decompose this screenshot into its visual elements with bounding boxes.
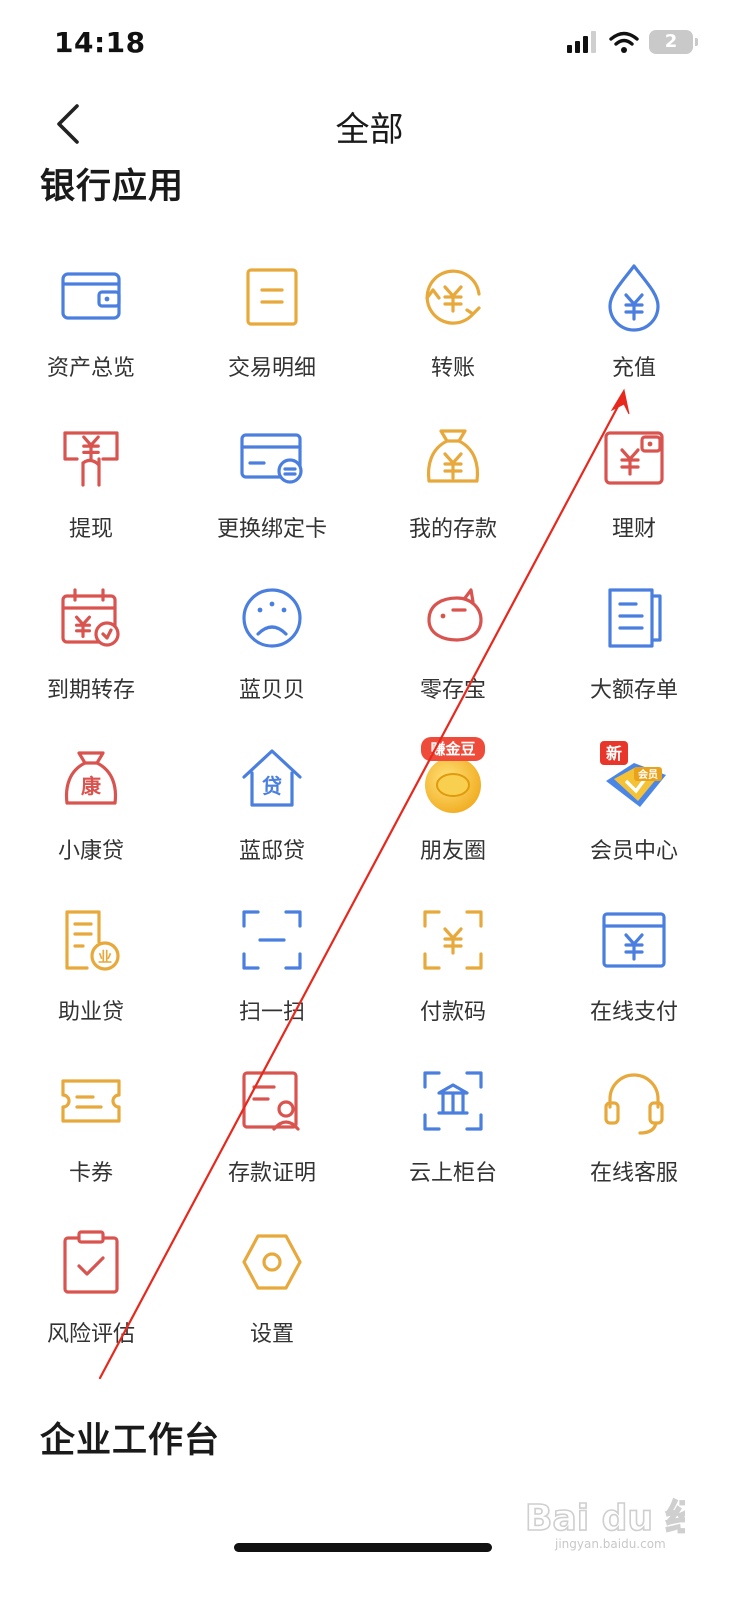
app-item[interactable]: 在线支付 bbox=[543, 902, 725, 1052]
status-time: 14:18 bbox=[54, 26, 146, 59]
watermark-sub: jingyan.baidu.com bbox=[554, 1537, 666, 1551]
nav-bar: 全部 bbox=[0, 88, 739, 158]
yuan-transfer-icon bbox=[425, 269, 481, 325]
app-label: 助业贷 bbox=[57, 1000, 124, 1025]
app-label: 更换绑定卡 bbox=[216, 517, 327, 542]
app-label: 在线支付 bbox=[589, 1000, 678, 1025]
app-item[interactable]: 扫一扫 bbox=[181, 902, 363, 1052]
app-label: 卡券 bbox=[68, 1161, 113, 1186]
app-item[interactable]: 到期转存 bbox=[0, 580, 182, 730]
app-label: 存款证明 bbox=[227, 1161, 316, 1186]
app-label: 蓝贝贝 bbox=[238, 678, 305, 703]
loan-bag-icon: 康 bbox=[64, 751, 118, 805]
app-label: 风险评估 bbox=[46, 1322, 135, 1347]
app-label: 充值 bbox=[611, 356, 656, 381]
app-item[interactable]: 设置 bbox=[181, 1224, 363, 1374]
yuan-drop-icon bbox=[608, 264, 660, 332]
app-item[interactable]: 零存宝 bbox=[362, 580, 544, 730]
app-item[interactable]: 付款码 bbox=[362, 902, 544, 1052]
app-label: 朋友圈 bbox=[419, 839, 486, 864]
app-item[interactable]: 提现 bbox=[0, 419, 182, 569]
app-label: 付款码 bbox=[419, 1000, 486, 1025]
gauge-icon bbox=[242, 588, 302, 648]
yuan-withdraw-icon bbox=[63, 431, 119, 487]
app-item[interactable]: 卡券 bbox=[0, 1063, 182, 1213]
app-label: 设置 bbox=[249, 1322, 294, 1347]
app-label: 交易明细 bbox=[227, 356, 316, 381]
status-icons: 2 bbox=[567, 30, 698, 54]
app-item[interactable]: 贷蓝邸贷 bbox=[181, 741, 363, 891]
section-title-enterprise-workbench: 企业工作台 bbox=[40, 1421, 221, 1461]
yuan-wallet-icon bbox=[604, 431, 664, 485]
app-item[interactable]: 资产总览 bbox=[0, 258, 182, 408]
app-label: 会员中心 bbox=[589, 839, 678, 864]
app-label: 理财 bbox=[611, 517, 656, 542]
app-label: 提现 bbox=[68, 517, 113, 542]
gold-bean-icon: 赚金豆 bbox=[421, 737, 485, 813]
headset-icon bbox=[604, 1073, 664, 1135]
app-label: 大额存单 bbox=[589, 678, 678, 703]
app-item[interactable]: 理财 bbox=[543, 419, 725, 569]
browser-yuan-icon bbox=[602, 912, 666, 968]
app-item[interactable]: 大额存单 bbox=[543, 580, 725, 730]
certificate-icon bbox=[608, 588, 662, 648]
bank-counter-icon bbox=[423, 1071, 483, 1131]
battery-icon: 2 bbox=[649, 30, 698, 54]
bank-card-icon bbox=[240, 433, 303, 484]
clipboard-check-icon bbox=[63, 1230, 119, 1294]
svg-text:康: 康 bbox=[81, 774, 102, 798]
wallet-icon bbox=[61, 272, 121, 320]
house-loan-icon: 贷 bbox=[242, 749, 302, 807]
app-label: 资产总览 bbox=[46, 356, 135, 381]
app-item[interactable]: 风险评估 bbox=[0, 1224, 182, 1374]
app-label: 在线客服 bbox=[589, 1161, 678, 1186]
document-coin-icon: 业 bbox=[65, 910, 120, 971]
status-bar: 14:18 2 bbox=[0, 0, 739, 88]
watermark: Bai du 经验 jingyan.baidu.com bbox=[525, 1497, 685, 1551]
scan-icon bbox=[242, 910, 302, 970]
app-label: 转账 bbox=[430, 356, 475, 381]
svg-text:会员: 会员 bbox=[638, 768, 658, 781]
scan-yuan-icon bbox=[423, 910, 483, 970]
piggy-bank-icon bbox=[427, 588, 483, 642]
app-label: 到期转存 bbox=[46, 678, 135, 703]
svg-text:新: 新 bbox=[606, 744, 622, 763]
app-item[interactable]: 存款证明 bbox=[181, 1063, 363, 1213]
settings-hex-icon bbox=[242, 1234, 302, 1290]
svg-text:业: 业 bbox=[98, 950, 112, 966]
ticket-icon bbox=[61, 1079, 121, 1123]
svg-text:贷: 贷 bbox=[262, 774, 282, 798]
app-item[interactable]: 康小康贷 bbox=[0, 741, 182, 891]
signal-icon bbox=[567, 31, 596, 53]
money-bag-icon bbox=[426, 429, 480, 483]
calendar-yuan-icon bbox=[61, 588, 120, 647]
app-item[interactable]: 在线客服 bbox=[543, 1063, 725, 1213]
svg-text:赚金豆: 赚金豆 bbox=[429, 740, 475, 758]
app-item[interactable]: 赚金豆 朋友圈 bbox=[362, 737, 544, 891]
app-label: 云上柜台 bbox=[408, 1161, 497, 1186]
page-title: 全部 bbox=[335, 110, 404, 150]
app-item[interactable]: 转账 bbox=[362, 258, 544, 408]
app-label: 扫一扫 bbox=[238, 1000, 305, 1025]
app-item[interactable]: 充值 bbox=[543, 258, 725, 408]
section-title-bank-apps: 银行应用 bbox=[40, 167, 185, 207]
app-item[interactable]: 会员 新会员中心 bbox=[543, 741, 725, 891]
app-label: 零存宝 bbox=[419, 678, 486, 703]
app-item[interactable]: 交易明细 bbox=[181, 258, 363, 408]
ledger-icon bbox=[246, 268, 298, 326]
app-label: 我的存款 bbox=[408, 517, 497, 542]
certificate-person-icon bbox=[242, 1071, 300, 1131]
app-item[interactable]: 蓝贝贝 bbox=[181, 580, 363, 730]
app-item[interactable]: 我的存款 bbox=[362, 419, 544, 569]
watermark-text: Bai du 经验 bbox=[525, 1498, 685, 1539]
app-item[interactable]: 云上柜台 bbox=[362, 1063, 544, 1213]
wifi-icon bbox=[609, 31, 639, 53]
app-item[interactable]: 更换绑定卡 bbox=[181, 419, 363, 569]
app-label: 小康贷 bbox=[57, 839, 124, 864]
member-badge-icon: 会员 新 bbox=[600, 741, 666, 807]
app-item[interactable]: 业助业贷 bbox=[0, 902, 182, 1052]
app-label: 蓝邸贷 bbox=[238, 839, 305, 864]
home-indicator[interactable] bbox=[234, 1543, 492, 1552]
